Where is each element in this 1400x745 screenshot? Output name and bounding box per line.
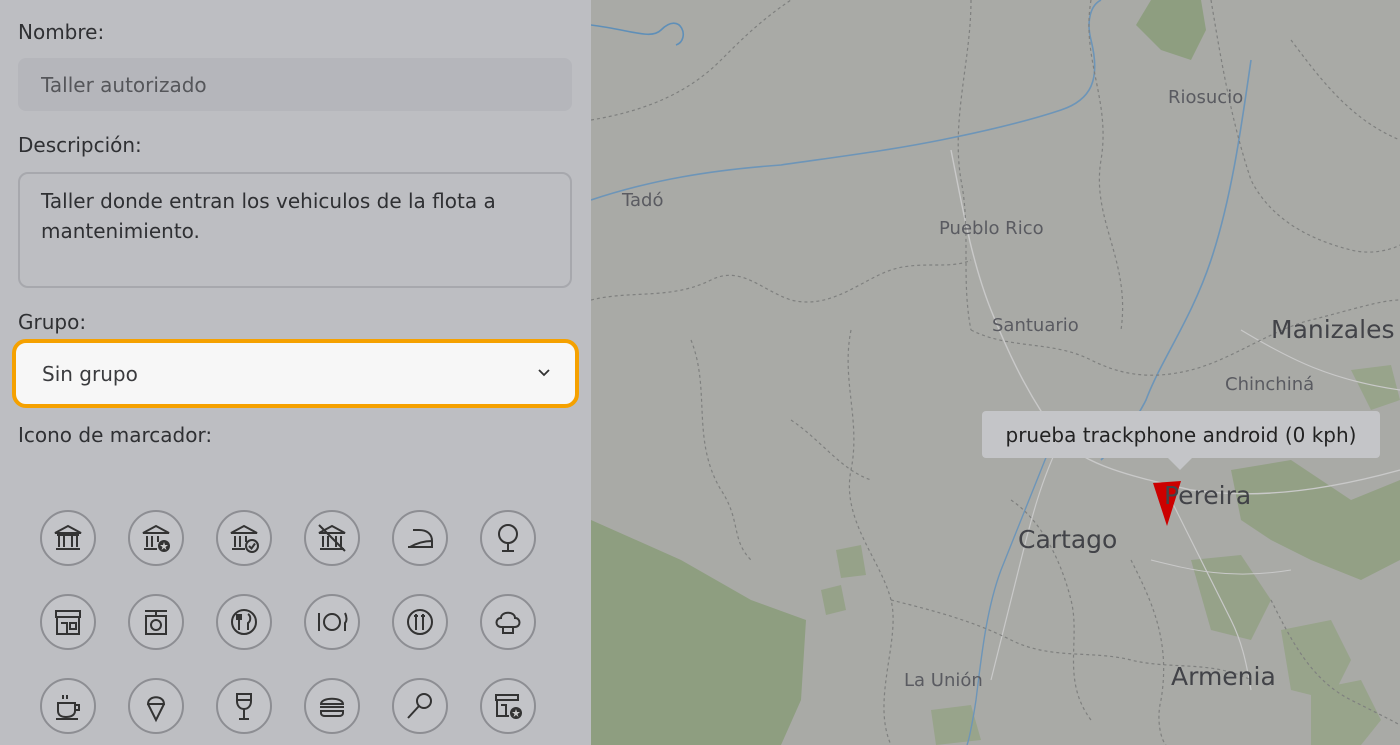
store-icon[interactable] — [40, 594, 96, 650]
description-label: Descripción: — [18, 133, 142, 157]
name-label: Nombre: — [18, 20, 105, 44]
mirror-icon[interactable] — [480, 510, 536, 566]
shop-star-icon[interactable] — [480, 678, 536, 734]
scale-icon[interactable] — [128, 594, 184, 650]
map-label-tado: Tadó — [622, 190, 664, 211]
group-select[interactable]: Sin grupo — [12, 339, 579, 408]
geofence-form-panel: Nombre: Descripción: Taller donde entran… — [0, 0, 591, 745]
burger-icon[interactable] — [304, 678, 360, 734]
group-label: Grupo: — [18, 310, 87, 334]
map-label-manizales: Manizales — [1271, 315, 1395, 344]
plate-cutlery-icon[interactable] — [304, 594, 360, 650]
ice-cream-icon[interactable] — [128, 678, 184, 734]
map-label-la-union: La Unión — [904, 670, 983, 691]
description-textarea[interactable]: Taller donde entran los vehiculos de la … — [18, 172, 572, 288]
group-selected-value: Sin grupo — [42, 361, 138, 386]
map-label-pueblo-rico: Pueblo Rico — [939, 218, 1044, 239]
restaurant-icon[interactable] — [216, 594, 272, 650]
map-label-chinchina: Chinchiná — [1225, 374, 1315, 395]
map-label-pereira: Pereira — [1164, 481, 1252, 510]
chef-hat-icon[interactable] — [480, 594, 536, 650]
map-label-santuario: Santuario — [992, 315, 1079, 336]
bank-check-icon[interactable] — [216, 510, 272, 566]
bank-crossed-icon[interactable] — [304, 510, 360, 566]
bank-star-icon[interactable] — [128, 510, 184, 566]
coffee-cup-icon[interactable] — [40, 678, 96, 734]
wine-glass-icon[interactable] — [216, 678, 272, 734]
map-label-cartago: Cartago — [1018, 525, 1118, 554]
map-view[interactable]: Riosucio Tadó Pueblo Rico Santuario Mani… — [591, 0, 1400, 745]
fast-food-icon[interactable] — [392, 594, 448, 650]
marker-icon-label: Icono de marcador: — [18, 423, 213, 447]
map-label-armenia: Armenia — [1171, 662, 1276, 691]
chevron-down-icon — [537, 366, 551, 382]
iron-icon[interactable] — [392, 510, 448, 566]
bank-icon[interactable] — [40, 510, 96, 566]
vehicle-tooltip: prueba trackphone android (0 kph) — [982, 411, 1380, 470]
lollipop-icon[interactable] — [392, 678, 448, 734]
name-input[interactable] — [18, 58, 572, 111]
map-label-riosucio: Riosucio — [1168, 87, 1244, 108]
